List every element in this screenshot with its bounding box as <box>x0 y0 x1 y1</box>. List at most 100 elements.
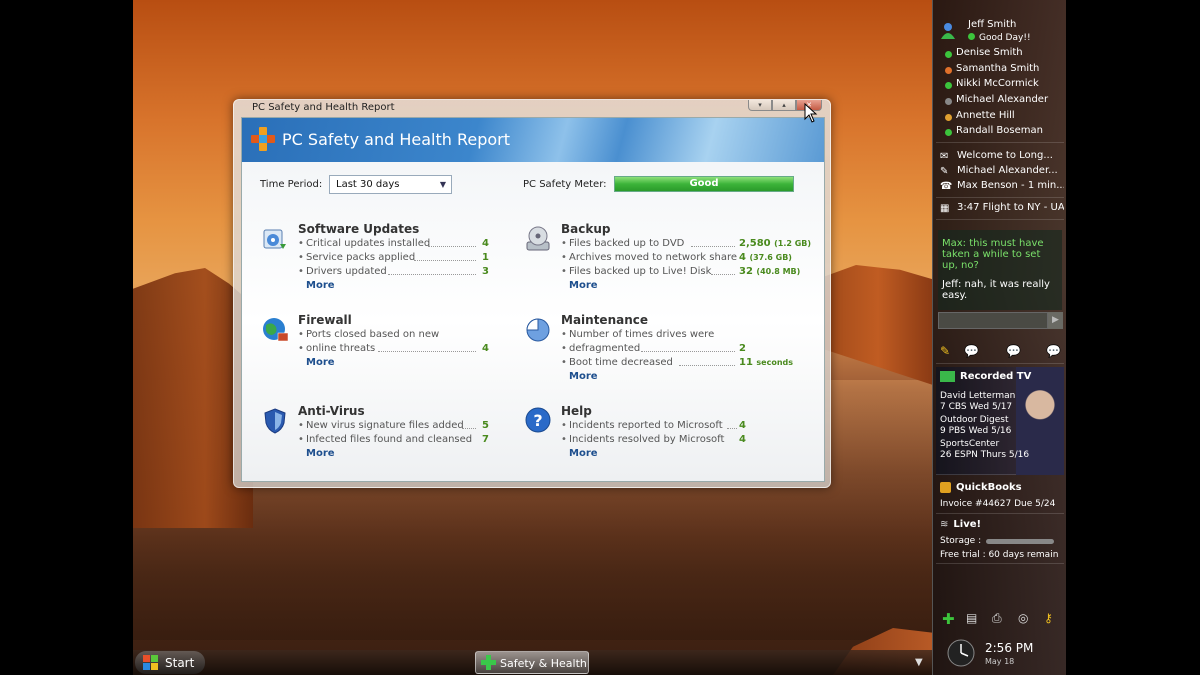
contact-name: Denise Smith <box>956 47 1023 58</box>
backup-more-link[interactable]: More <box>569 280 598 291</box>
list-item: Drivers updated3 <box>298 266 526 280</box>
key-icon[interactable]: ⚷ <box>1044 611 1053 625</box>
message-icon[interactable]: 💬 <box>1046 344 1061 358</box>
message-item[interactable]: ✎ Michael Alexander... <box>936 165 1064 180</box>
contact-list: Denise Smith Samantha Smith Nikki McCormic… <box>936 47 1064 141</box>
software-updates-more-link[interactable]: More <box>306 280 335 291</box>
section-title: Help <box>561 404 592 418</box>
contact-name: Annette Hill <box>956 109 1015 121</box>
mouse-pointer-icon <box>804 103 818 123</box>
time-period-label: Time Period: <box>260 179 323 190</box>
section-title: Backup <box>561 222 611 236</box>
messages-gadget: ✉ Welcome to Long... ✎ Michael Alexander..… <box>936 150 1064 198</box>
safety-meter-bar: Good <box>614 176 794 192</box>
desktop-cliff-right <box>823 265 933 385</box>
help-more-link[interactable]: More <box>569 448 598 459</box>
section-title: Anti-Virus <box>298 404 365 418</box>
taskbar: Start Safety & Health ▼ <box>133 650 933 675</box>
report-banner: PC Safety and Health Report <box>242 118 824 162</box>
chat-message: Jeff: nah, it was really easy. <box>942 279 1050 301</box>
quickbooks-gadget[interactable]: QuickBooks Invoice #44627 Due 5/24 <box>936 478 1064 514</box>
live-gadget: ≋ Live! Storage : Free trial : 60 days r… <box>936 516 1064 564</box>
media-center-icon <box>940 371 955 382</box>
list-item: online threats4 <box>298 343 526 357</box>
sidebar-tray: ✚ ▤ ⎙ ◎ ⚷ <box>936 606 1064 632</box>
recorded-tv-gadget[interactable]: Recorded TV David Letterman 7 CBS Wed 5/… <box>936 367 1064 475</box>
safety-plus-icon <box>251 127 275 151</box>
minimize-button[interactable]: ▾ <box>748 100 772 111</box>
chat-input[interactable] <box>938 312 1048 329</box>
chat-message: Max: this must have taken a while to set… <box>942 238 1044 271</box>
firewall-more-link[interactable]: More <box>306 357 335 368</box>
messenger-buddy-icon <box>941 23 955 39</box>
safety-report-window[interactable]: PC Safety and Health Report ▾ ▴ ✕ PC Saf… <box>233 99 831 488</box>
list-item: Files backed up to DVD2,580 (1.2 GB) <box>561 238 811 252</box>
storage-label: Storage : <box>940 536 982 546</box>
time-period-value: Last 30 days <box>336 179 400 190</box>
safety-plus-icon <box>481 655 496 670</box>
antivirus-more-link[interactable]: More <box>306 448 335 459</box>
backup-disc-icon <box>526 226 550 251</box>
send-arrow-icon[interactable]: ▶ <box>1048 312 1063 329</box>
message-item[interactable]: ✉ Welcome to Long... <box>936 150 1064 165</box>
group-chat-icon[interactable]: 💬 <box>1006 344 1021 358</box>
section-title: Software Updates <box>298 222 420 236</box>
calendar-item[interactable]: ▦3:47 Flight to NY - UAL 1 <box>936 202 1064 217</box>
chat-history: Max: this must have taken a while to set… <box>938 230 1062 310</box>
clock-time: 2:56 PM <box>985 641 1034 655</box>
time-period-dropdown[interactable]: Last 30 days ▼ <box>329 175 452 194</box>
contact-item[interactable]: Samantha Smith <box>936 63 1064 79</box>
list-item: New virus signature files added5 <box>298 420 526 434</box>
antivirus-shield-icon <box>264 408 286 434</box>
tray-chevron-icon[interactable]: ▼ <box>915 657 923 668</box>
contact-name: Michael Alexander <box>956 94 1049 106</box>
window-caption: PC Safety and Health Report <box>252 102 395 113</box>
list-item: Number of times drives were <box>561 329 789 343</box>
presence-status-icon <box>945 66 952 74</box>
list-item: Critical updates installed4 <box>298 238 526 252</box>
list-item: Archives moved to network share4 (37.6 G… <box>561 252 792 266</box>
printer-icon[interactable]: ⎙ <box>992 611 1002 626</box>
windows-sidebar: Jeff Smith Good Day!! Denise Smith Samant… <box>932 0 1066 675</box>
maintenance-more-link[interactable]: More <box>569 371 598 382</box>
contact-item[interactable]: Michael Alexander <box>936 94 1064 110</box>
maximize-button[interactable]: ▴ <box>772 100 796 111</box>
messenger-user-name: Jeff Smith <box>968 19 1017 30</box>
taskbar-item-safety-health[interactable]: Safety & Health <box>475 651 589 674</box>
storage-bar <box>986 539 1054 544</box>
start-button[interactable]: Start <box>135 651 205 674</box>
clock-gadget: 2:56 PM May 18 <box>936 636 1064 672</box>
safety-plus-icon[interactable]: ✚ <box>942 610 955 628</box>
pencil-icon[interactable]: ✎ <box>940 344 950 358</box>
contact-item[interactable]: Denise Smith <box>936 47 1064 63</box>
software-updates-icon <box>263 229 286 249</box>
start-label: Start <box>165 656 195 670</box>
list-item: Boot time decreased11 seconds <box>561 357 793 371</box>
contact-item[interactable]: Randall Boseman <box>936 125 1064 141</box>
message-item[interactable]: ☎ Max Benson - 1 min... <box>936 180 1064 195</box>
contact-item[interactable]: Annette Hill <box>936 110 1064 126</box>
maintenance-pie-icon <box>526 318 550 342</box>
chat-icon: ✎ <box>940 166 949 177</box>
network-icon[interactable]: ▤ <box>966 611 977 625</box>
quickbooks-icon <box>940 482 951 493</box>
contact-item[interactable]: Nikki McCormick <box>936 78 1064 94</box>
mail-icon: ✉ <box>940 151 949 162</box>
chat-bubble-icon[interactable]: 💬 <box>964 344 979 358</box>
presence-status-icon <box>945 113 952 121</box>
calendar-icon: ▦ <box>940 203 950 214</box>
list-item: Ports closed based on new <box>298 329 526 343</box>
contact-name: Samantha Smith <box>956 62 1040 74</box>
window-client: PC Safety and Health Report Time Period:… <box>241 117 825 482</box>
quickbooks-invoice: Invoice #44627 Due 5/24 <box>940 499 1056 509</box>
recorded-tv-header: Recorded TV <box>940 371 1031 382</box>
desktop: PC Safety and Health Report ▾ ▴ ✕ PC Saf… <box>133 0 1066 675</box>
status-online-icon <box>968 33 975 40</box>
live-title: Live! <box>953 519 982 530</box>
list-item: Incidents resolved by Microsoft4 <box>561 434 789 448</box>
speaker-icon[interactable]: ◎ <box>1018 611 1028 625</box>
svg-text:?: ? <box>533 411 542 430</box>
phone-icon: ☎ <box>940 181 953 192</box>
presence-status-icon <box>945 98 952 106</box>
quickbooks-title: QuickBooks <box>956 482 1022 493</box>
